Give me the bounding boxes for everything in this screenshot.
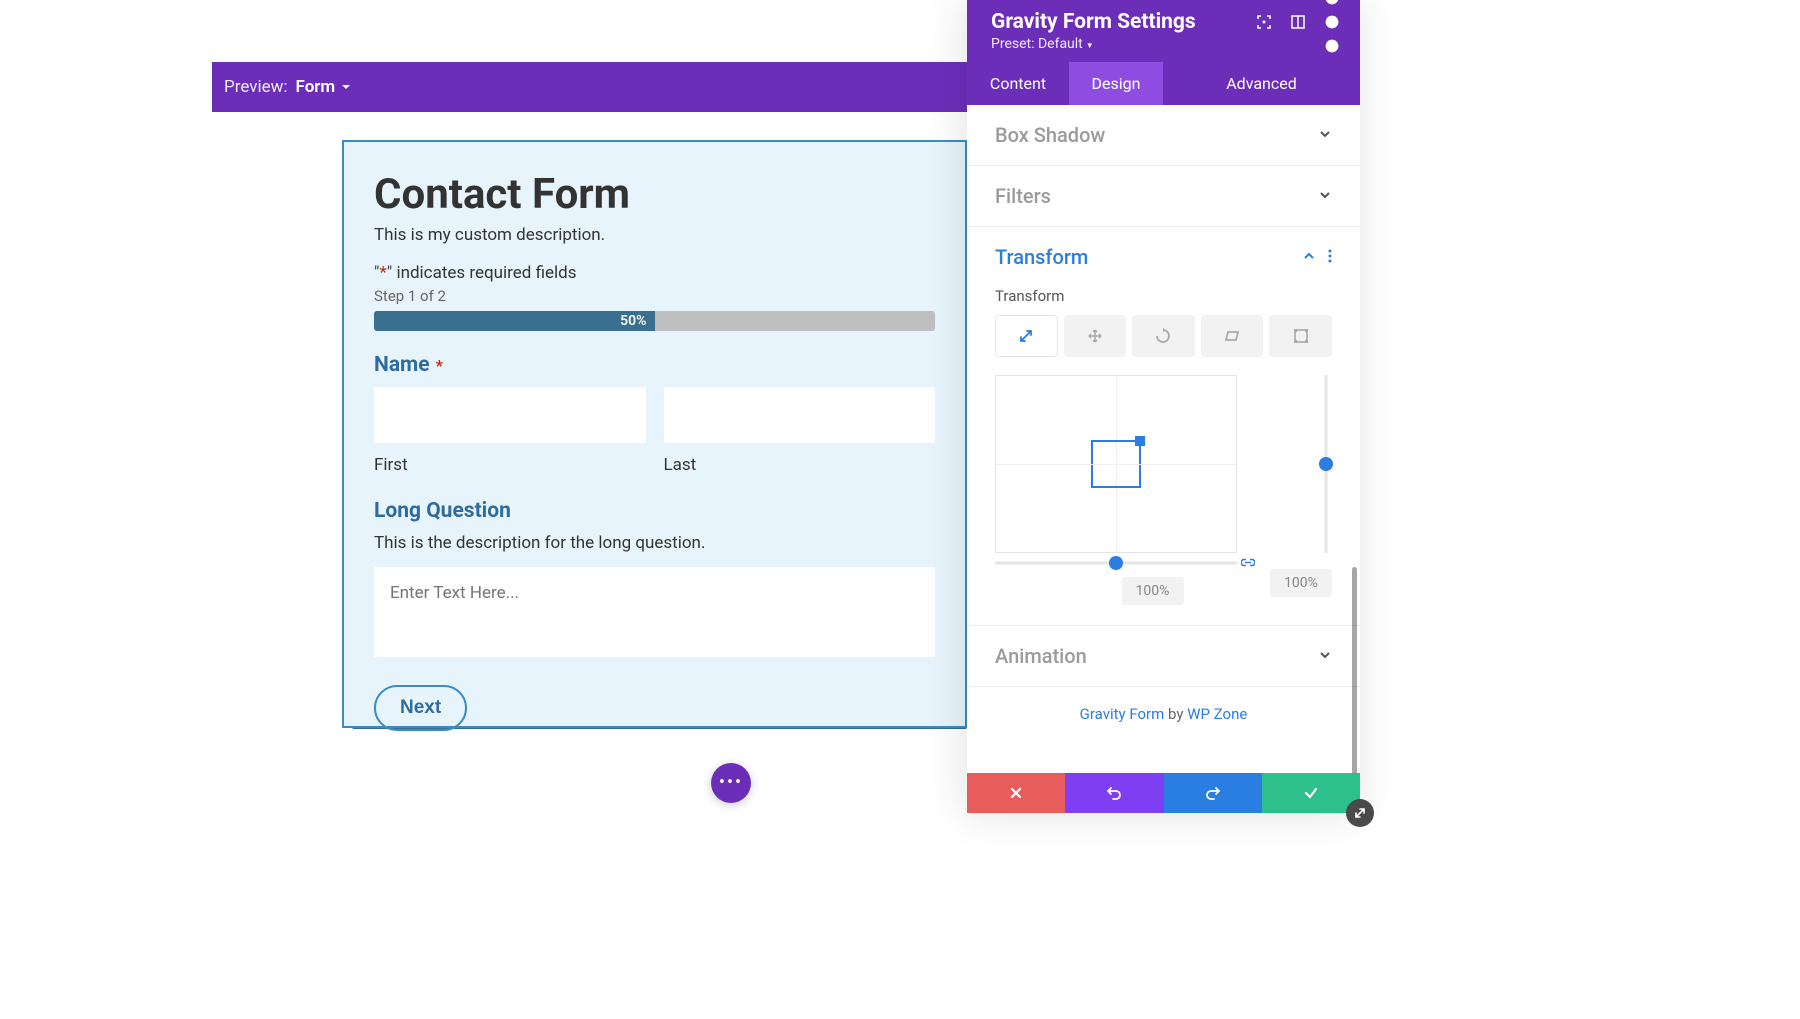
redo-button[interactable] (1164, 773, 1262, 813)
name-field-label: Name * (374, 353, 935, 377)
transform-tabs (995, 315, 1332, 357)
credit-link-gravity[interactable]: Gravity Form (1080, 705, 1165, 723)
chevron-down-icon (1318, 187, 1332, 206)
ellipsis-icon: ••• (719, 774, 743, 792)
step-label: Step 1 of 2 (374, 287, 935, 305)
expand-panel-button[interactable] (1346, 799, 1374, 827)
form-description: This is my custom description. (374, 225, 935, 245)
panel-tabs: Content Design Advanced (967, 62, 1360, 105)
layout-icon[interactable] (1290, 14, 1306, 30)
tab-design[interactable]: Design (1069, 62, 1163, 105)
progress-value: 50% (620, 313, 646, 329)
credit-link-wpzone[interactable]: WP Zone (1187, 705, 1247, 723)
first-name-input[interactable] (374, 387, 646, 443)
next-button[interactable]: Next (374, 685, 467, 731)
vertical-slider[interactable] (1320, 375, 1332, 553)
settings-panel: Gravity Form Settings Preset: Default▼ C… (967, 0, 1360, 813)
last-name-col: Last (664, 387, 936, 475)
panel-body: Box Shadow Filters Transform (967, 105, 1360, 773)
resize-corner-icon[interactable] (1135, 436, 1145, 446)
horizontal-slider[interactable] (995, 557, 1237, 569)
first-name-col: First (374, 387, 646, 475)
long-question-desc: This is the description for the long que… (374, 533, 935, 553)
transform-tab-origin[interactable] (1269, 315, 1332, 357)
horizontal-value[interactable]: 100% (1122, 577, 1184, 605)
preview-bar: Preview: Form (212, 62, 967, 112)
progress-bar: 50% (374, 311, 935, 331)
required-note: "*" indicates required fields (374, 263, 935, 283)
long-question-label: Long Question (374, 499, 935, 523)
save-button[interactable] (1262, 773, 1360, 813)
panel-footer (967, 773, 1360, 813)
transform-tab-rotate[interactable] (1132, 315, 1195, 357)
progress-fill: 50% (374, 311, 655, 331)
first-sub-label: First (374, 455, 646, 475)
chevron-down-icon (1318, 126, 1332, 145)
transform-canvas[interactable] (995, 375, 1237, 553)
panel-credit: Gravity Form by WP Zone (967, 687, 1360, 745)
name-row: First Last (374, 387, 935, 475)
focus-icon[interactable] (1256, 14, 1272, 30)
transform-tab-translate[interactable] (1064, 315, 1127, 357)
tab-content[interactable]: Content (967, 62, 1069, 105)
section-head-box-shadow[interactable]: Box Shadow (967, 105, 1360, 165)
transform-tab-scale[interactable] (995, 315, 1058, 357)
section-animation: Animation (967, 626, 1360, 687)
panel-preset[interactable]: Preset: Default▼ (991, 36, 1196, 52)
undo-button[interactable] (1065, 773, 1163, 813)
required-star-icon: * (379, 263, 386, 283)
transform-label: Transform (995, 287, 1332, 305)
link-icon[interactable] (1241, 554, 1255, 573)
chevron-up-icon (1302, 248, 1316, 267)
section-box-shadow: Box Shadow (967, 105, 1360, 166)
panel-header: Gravity Form Settings Preset: Default▼ (967, 0, 1360, 62)
vertical-value[interactable]: 100% (1270, 569, 1332, 597)
more-icon[interactable] (1324, 14, 1340, 30)
transform-tab-skew[interactable] (1201, 315, 1264, 357)
last-sub-label: Last (664, 455, 936, 475)
required-star-icon: * (432, 356, 443, 375)
preview-label: Preview: (224, 77, 288, 97)
scrollbar[interactable] (1352, 567, 1357, 773)
section-head-animation[interactable]: Animation (967, 626, 1360, 686)
panel-title: Gravity Form Settings (991, 10, 1196, 34)
last-name-input[interactable] (664, 387, 936, 443)
form-title: Contact Form (374, 170, 935, 219)
section-filters: Filters (967, 166, 1360, 227)
section-head-transform[interactable]: Transform (967, 227, 1360, 287)
cancel-button[interactable] (967, 773, 1065, 813)
tab-advanced[interactable]: Advanced (1163, 62, 1360, 105)
section-head-filters[interactable]: Filters (967, 166, 1360, 226)
contact-form-card: Contact Form This is my custom descripti… (342, 140, 967, 728)
slider-thumb[interactable] (1109, 556, 1123, 570)
caret-down-icon: ▼ (1086, 41, 1094, 50)
chevron-down-icon (1318, 647, 1332, 666)
long-question-textarea[interactable] (374, 567, 935, 657)
transform-handle[interactable] (1091, 440, 1141, 488)
slider-thumb[interactable] (1319, 457, 1333, 471)
section-transform: Transform Transform (967, 227, 1360, 626)
preview-value[interactable]: Form (296, 77, 336, 97)
section-more-icon[interactable] (1328, 248, 1332, 267)
preview-caret-icon[interactable] (341, 77, 351, 97)
page-fab[interactable]: ••• (711, 763, 751, 803)
